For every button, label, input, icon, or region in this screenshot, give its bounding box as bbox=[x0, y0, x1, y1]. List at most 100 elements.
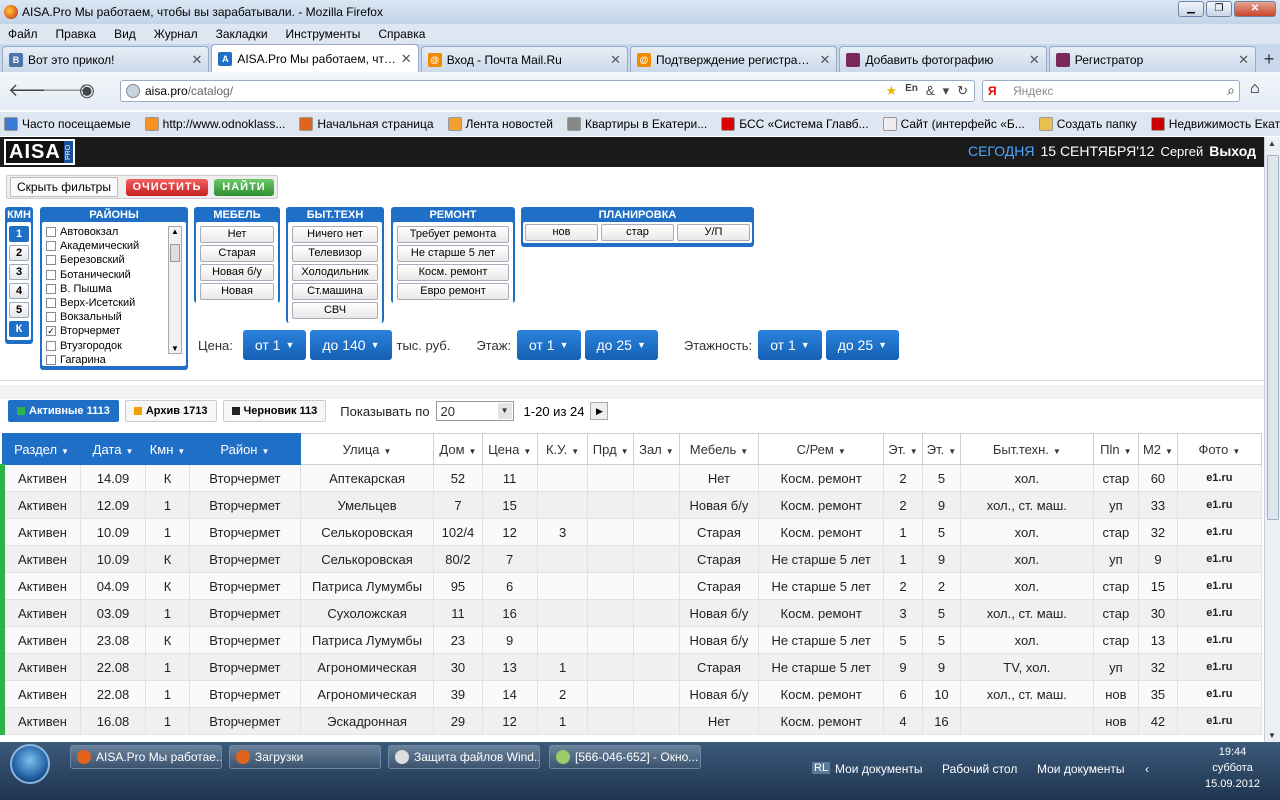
room-option-4[interactable]: 4 bbox=[9, 283, 29, 299]
table-row[interactable]: Активен 04.09 К Вторчермет Патриса Лумумбы 95… bbox=[0, 572, 1263, 600]
room-option-3[interactable]: 3 bbox=[9, 264, 29, 280]
photo-link[interactable]: e1.ru bbox=[1176, 707, 1263, 735]
price-from-dropdown[interactable]: от 1 ▼ bbox=[242, 330, 307, 360]
photo-link[interactable]: e1.ru bbox=[1176, 599, 1263, 627]
draft-tab[interactable]: Черновик 113 bbox=[222, 400, 327, 422]
user-name[interactable]: Сергей bbox=[1160, 144, 1203, 159]
table-row[interactable]: Активен 10.09 К Вторчермет Селькоровская 80/2… bbox=[0, 545, 1263, 573]
appliances-option[interactable]: СВЧ bbox=[292, 302, 378, 319]
district-option[interactable]: Втузгородок bbox=[42, 339, 186, 353]
district-option[interactable]: Вокзальный bbox=[42, 310, 186, 324]
district-option[interactable]: Верх-Исетский bbox=[42, 296, 186, 310]
tab-0[interactable]: В Вот это прикол! ✕ bbox=[2, 46, 210, 72]
menu-edit[interactable]: Правка bbox=[56, 27, 97, 41]
column-header[interactable]: Фото ▼ bbox=[1176, 433, 1263, 465]
search-input[interactable]: Я Яндекс ⌕ bbox=[982, 80, 1240, 102]
floors-to-dropdown[interactable]: до 25 ▼ bbox=[825, 330, 900, 360]
photo-link[interactable]: e1.ru bbox=[1176, 680, 1263, 708]
close-window-button[interactable]: ✕ bbox=[1234, 1, 1276, 17]
repair-option[interactable]: Евро ремонт bbox=[397, 283, 509, 300]
bookmark-item[interactable]: Сайт (интерфейс «Б... bbox=[882, 117, 1025, 131]
tray-expand-icon[interactable]: ‹ bbox=[1145, 762, 1149, 776]
bookmark-item[interactable]: Часто посещаемые bbox=[4, 117, 131, 131]
logout-link[interactable]: Выход bbox=[1209, 143, 1256, 159]
tray-my-documents[interactable]: Мои документы bbox=[835, 762, 922, 776]
checkbox[interactable] bbox=[46, 354, 56, 365]
tray-desktop[interactable]: Рабочий стол bbox=[942, 762, 1017, 776]
table-row[interactable]: Активен 22.08 1 Вторчермет Агрономическая 30 1… bbox=[0, 653, 1263, 681]
column-header[interactable]: Раздел ▼ bbox=[1, 433, 82, 465]
bookmark-item[interactable]: Создать папку bbox=[1038, 117, 1137, 131]
taskbar-button[interactable]: Защита файлов Wind... bbox=[388, 745, 540, 769]
site-logo[interactable]: AISA PRO bbox=[4, 139, 75, 165]
checkbox[interactable] bbox=[46, 241, 56, 252]
checkbox[interactable] bbox=[46, 283, 56, 294]
column-header[interactable]: Дата ▼ bbox=[80, 433, 146, 465]
layout-option[interactable]: нов bbox=[525, 224, 598, 241]
bookmark-item[interactable]: БСС «Система Главб... bbox=[721, 117, 869, 131]
photo-link[interactable]: e1.ru bbox=[1176, 572, 1263, 600]
url-bar[interactable]: aisa.pro/catalog/ ★ En & ▾ ↻ bbox=[120, 80, 975, 102]
appliances-option[interactable]: Телевизор bbox=[292, 245, 378, 262]
table-row[interactable]: Активен 23.08 К Вторчермет Патриса Лумумбы 23… bbox=[0, 626, 1263, 654]
page-scrollbar[interactable]: ▲ ▼ bbox=[1264, 137, 1280, 742]
translate-icon[interactable]: En bbox=[905, 83, 918, 99]
furniture-option[interactable]: Старая bbox=[200, 245, 274, 262]
column-header[interactable]: Пln ▼ bbox=[1092, 433, 1140, 465]
appliances-option[interactable]: Ст.машина bbox=[292, 283, 378, 300]
tab-1[interactable]: A AISA.Pro Мы работаем, чтобы ... ✕ bbox=[211, 44, 419, 72]
back-icon[interactable]: 🡐 bbox=[8, 80, 56, 102]
close-icon[interactable]: ✕ bbox=[401, 51, 412, 67]
checkbox[interactable] bbox=[46, 298, 56, 309]
close-icon[interactable]: ✕ bbox=[610, 52, 621, 68]
home-icon[interactable]: ⌂ bbox=[1250, 80, 1260, 98]
column-header[interactable]: Эт. ▼ bbox=[883, 433, 923, 465]
price-to-dropdown[interactable]: до 140 ▼ bbox=[310, 330, 392, 360]
table-row[interactable]: Активен 22.08 1 Вторчермет Агрономическая 39 1… bbox=[0, 680, 1263, 708]
scroll-down-icon[interactable]: ▼ bbox=[1268, 731, 1276, 740]
bookmark-item[interactable]: Недвижимость Екат... bbox=[1150, 117, 1280, 131]
close-icon[interactable]: ✕ bbox=[1029, 52, 1040, 68]
tab-5[interactable]: Регистратор ✕ bbox=[1048, 46, 1257, 72]
room-option-2[interactable]: 2 bbox=[9, 245, 29, 261]
maximize-button[interactable]: ❐ bbox=[1206, 1, 1232, 17]
column-header[interactable]: М2 ▼ bbox=[1138, 433, 1178, 465]
menu-bookmarks[interactable]: Закладки bbox=[216, 27, 268, 41]
room-option-1[interactable]: 1 bbox=[9, 226, 29, 242]
column-header[interactable]: Кмн ▼ bbox=[144, 433, 191, 465]
furniture-option[interactable]: Нет bbox=[200, 226, 274, 243]
archive-tab[interactable]: Архив 1713 bbox=[124, 400, 217, 422]
district-option[interactable]: ✓ Вторчермет bbox=[42, 324, 186, 338]
table-row[interactable]: Активен 03.09 1 Вторчермет Сухоложская 11 16 Но… bbox=[0, 599, 1263, 627]
bookmark-item[interactable]: Начальная страница bbox=[299, 117, 434, 131]
menu-help[interactable]: Справка bbox=[378, 27, 425, 41]
reload-icon[interactable]: ↻ bbox=[957, 83, 968, 99]
tab-4[interactable]: Добавить фотографию ✕ bbox=[839, 46, 1047, 72]
per-page-select[interactable]: 20 ▼ bbox=[435, 401, 514, 421]
column-header[interactable]: К.У. ▼ bbox=[536, 433, 589, 465]
new-tab-button[interactable]: + bbox=[1258, 48, 1280, 72]
appliances-option[interactable]: Ничего нет bbox=[292, 226, 378, 243]
column-header[interactable]: С/Рем ▼ bbox=[758, 433, 885, 465]
column-header[interactable]: Эт. ▼ bbox=[921, 433, 962, 465]
active-tab[interactable]: Активные 1113 bbox=[8, 400, 119, 422]
furniture-option[interactable]: Новая б/у bbox=[200, 264, 274, 281]
checkbox[interactable] bbox=[46, 227, 56, 238]
layout-option[interactable]: У/П bbox=[677, 224, 750, 241]
hide-filters-button[interactable]: Скрыть фильтры bbox=[10, 177, 118, 197]
taskbar-button[interactable]: [566-046-652] - Окно... bbox=[549, 745, 701, 769]
clear-button[interactable]: ОЧИСТИТЬ bbox=[126, 179, 208, 196]
minimize-button[interactable]: ▁ bbox=[1178, 1, 1204, 17]
photo-link[interactable]: e1.ru bbox=[1176, 518, 1263, 546]
clock[interactable]: 19:44 суббота 15.09.2012 bbox=[1205, 744, 1260, 792]
dropdown-icon[interactable]: ▾ bbox=[943, 83, 950, 99]
column-header[interactable]: Прд ▼ bbox=[587, 433, 635, 465]
table-row[interactable]: Активен 12.09 1 Вторчермет Умельцев 7 15 Новая … bbox=[0, 491, 1263, 519]
find-button[interactable]: НАЙТИ bbox=[214, 179, 274, 196]
furniture-option[interactable]: Новая bbox=[200, 283, 274, 300]
tab-3[interactable]: @ Подтверждение регистрации ... ✕ bbox=[630, 46, 838, 72]
floors-from-dropdown[interactable]: от 1 ▼ bbox=[758, 330, 822, 360]
column-header[interactable]: Мебель ▼ bbox=[678, 433, 760, 465]
checkbox[interactable] bbox=[46, 269, 56, 280]
start-button[interactable] bbox=[10, 744, 50, 784]
